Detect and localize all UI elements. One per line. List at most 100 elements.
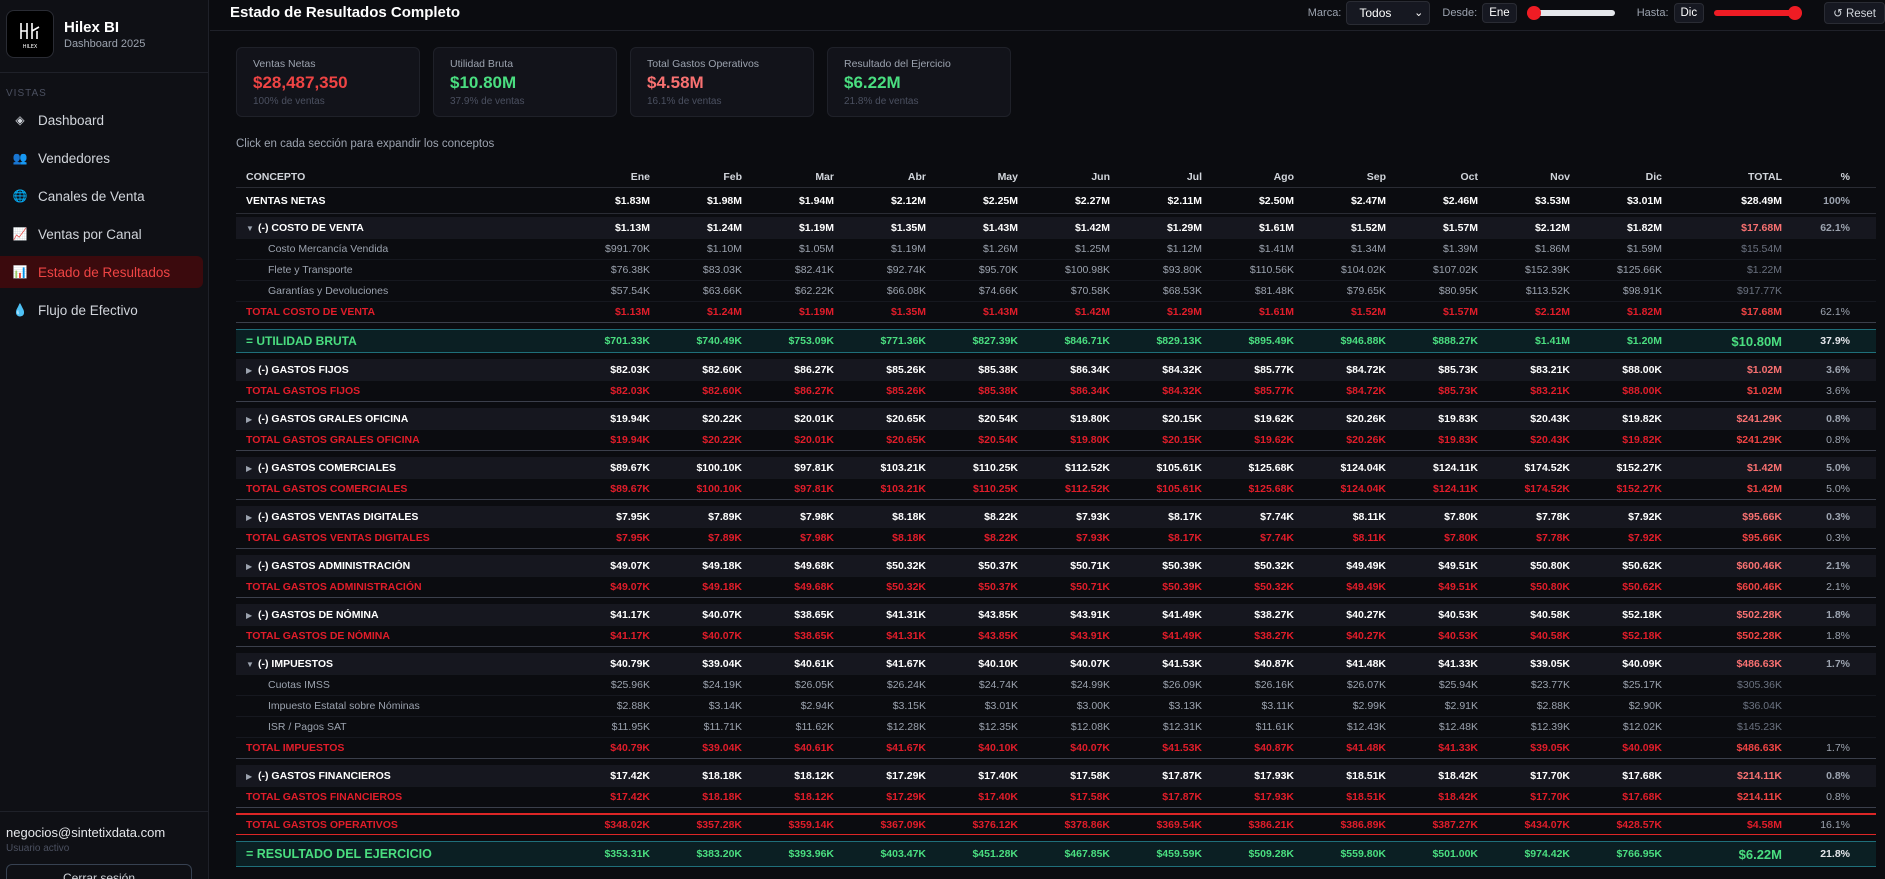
month-value: $20.22K [702,412,742,425]
month-value: $1.25M [1074,243,1110,255]
percent-value: 0.3% [1826,532,1850,544]
row-label-text: TOTAL GASTOS FIJOS [246,385,361,397]
month-value: $7.95K [616,510,650,523]
month-value: $124.11K [1433,461,1478,474]
month-value: $1.39M [1442,243,1478,255]
total-value: $600.46K [1736,581,1782,593]
expandable-section-row[interactable]: ▼ (-) IMPUESTOS $40.79K $39.04K $40.61K $41.6… [236,653,1876,675]
desde-slider[interactable] [1526,5,1615,21]
month-value: $12.02K [1622,721,1662,733]
month-value: $3.15K [892,700,926,712]
table-row: TOTAL GASTOS COMERCIALES $89.67K $100.10K $… [236,479,1876,500]
month-value: $1.35M [890,306,926,318]
sidebar-item-canales-de-venta[interactable]: 🌐 Canales de Venta [0,180,203,212]
row-label-text: (-) GASTOS FIJOS [258,363,349,376]
month-value: $386.89K [1340,818,1386,831]
expandable-section-row[interactable]: ▶ (-) GASTOS GRALES OFICINA $19.94K $20.22K… [236,408,1876,430]
table-row: Flete y Transporte $76.38K $83.03K $82.41K $… [236,260,1876,281]
sidebar-item-estado-de-resultados[interactable]: 📊 Estado de Resultados [0,256,203,288]
month-value: $50.37K [978,559,1018,572]
month-value: $1.35M [890,221,926,234]
month-value: $40.61K [794,742,834,754]
expandable-section-row[interactable]: ▶ (-) GASTOS DE NÓMINA $41.17K $40.07K $38.6… [236,604,1876,626]
row-label: Flete y Transporte [236,264,558,276]
month-value: $43.91K [1070,608,1110,621]
caret-right-icon: ▶ [246,365,253,375]
month-value: $740.49K [696,335,742,347]
logout-button[interactable]: Cerrar sesión [6,864,192,879]
month-value: $38.27K [1254,608,1294,621]
month-value: $85.77K [1254,363,1294,376]
month-value: $359.14K [788,818,834,831]
month-value: $20.15K [1162,412,1202,425]
month-value: $82.03K [610,385,650,397]
sidebar-item-ventas-por-canal[interactable]: 📈 Ventas por Canal [0,218,203,250]
sidebar-item-vendedores[interactable]: 👥 Vendedores [0,142,203,174]
row-label-text: (-) GASTOS DE NÓMINA [258,608,379,621]
month-value: $771.36K [880,335,926,347]
caret-right-icon: ▶ [246,771,253,781]
total-value: $600.46K [1736,559,1782,572]
month-value: $41.48K [1346,742,1386,754]
month-value: $2.11M [1167,194,1202,207]
month-value: $19.62K [1254,434,1294,446]
column-header: Sep [1366,171,1386,183]
kpi-card: Total Gastos Operativos $4.58M 16.1% de ve… [630,47,814,117]
expandable-section-row[interactable]: ▶ (-) GASTOS FIJOS $82.03K $82.60K $86.27K $8… [236,359,1876,381]
table-header: CONCEPTO Ene Feb Mar Abr May Jun Jul Ago Sep Oct No… [236,167,1876,188]
month-value: $49.07K [610,559,650,572]
month-value: $1.52M [1350,221,1386,234]
month-value: $19.94K [610,412,650,425]
caret-right-icon: ▶ [246,463,253,473]
month-value: $52.18K [1622,608,1662,621]
expandable-section-row[interactable]: ▶ (-) GASTOS FINANCIEROS $17.42K $18.18K $18… [236,765,1876,787]
kpi-label: Total Gastos Operativos [647,58,760,70]
kpi-label: Ventas Netas [253,58,316,70]
row-label-text: ISR / Pagos SAT [268,721,347,733]
month-value: $766.95K [1616,848,1662,860]
month-value: $12.39K [1530,721,1570,733]
month-value: $18.12K [794,791,834,803]
month-value: $2.12M [1534,306,1570,318]
month-value: $100.10K [696,461,742,474]
desde-slider-thumb[interactable] [1526,6,1541,20]
month-value: $41.53K [1162,657,1202,670]
percent-value: 5.0% [1826,461,1850,474]
month-value: $403.47K [880,848,926,860]
month-value: $40.53K [1438,630,1478,642]
month-value: $41.67K [886,742,926,754]
month-value: $17.87K [1162,769,1202,782]
expandable-section-row[interactable]: ▶ (-) GASTOS VENTAS DIGITALES $7.95K $7.89K… [236,506,1876,528]
sidebar-item-flujo-de-efectivo[interactable]: 💧 Flujo de Efectivo [0,294,203,326]
sidebar-nav: ◈ Dashboard 👥 Vendedores 🌐 Canales de Venta 📈 V… [0,104,209,332]
globe-icon: 🌐 [12,189,28,203]
month-value: $80.95K [1438,285,1478,297]
month-value: $124.04K [1340,461,1386,474]
reset-button[interactable]: ↺ Reset [1824,2,1885,24]
month-value: $24.99K [1070,679,1110,691]
expandable-section-row[interactable]: ▼ (-) COSTO DE VENTA $1.13M $1.24M $1.19M $1.… [236,217,1876,239]
hasta-slider[interactable] [1714,5,1803,21]
month-value: $40.53K [1438,608,1478,621]
month-value: $2.50M [1258,194,1294,207]
row-label-text: TOTAL GASTOS GRALES OFICINA [246,434,420,446]
table-row: TOTAL GASTOS FIJOS $82.03K $82.60K $86.27K $… [236,381,1876,402]
expandable-section-row[interactable]: ▶ (-) GASTOS COMERCIALES $89.67K $100.10K $9… [236,457,1876,479]
month-value: $8.17K [1168,532,1202,544]
percent-value: 0.8% [1826,434,1850,446]
sidebar-item-dashboard[interactable]: ◈ Dashboard [0,104,203,136]
month-value: $40.87K [1254,657,1294,670]
expandable-section-row[interactable]: ▶ (-) GASTOS ADMINISTRACIÓN $49.07K $49.18K… [236,555,1876,577]
month-value: $17.29K [886,791,926,803]
month-value: $40.07K [702,608,742,621]
month-value: $81.48K [1254,285,1294,297]
row-label-text: TOTAL GASTOS ADMINISTRACIÓN [246,581,422,593]
month-value: $105.61K [1156,483,1202,495]
hasta-slider-thumb[interactable] [1788,6,1803,20]
month-value: $26.07K [1346,679,1386,691]
row-label-text: (-) GASTOS GRALES OFICINA [258,412,409,425]
month-value: $50.71K [1070,581,1110,593]
marca-select[interactable]: Todos ⌄ [1346,1,1431,25]
month-value: $25.94K [1438,679,1478,691]
row-label: ▶ (-) GASTOS FIJOS [236,364,558,376]
